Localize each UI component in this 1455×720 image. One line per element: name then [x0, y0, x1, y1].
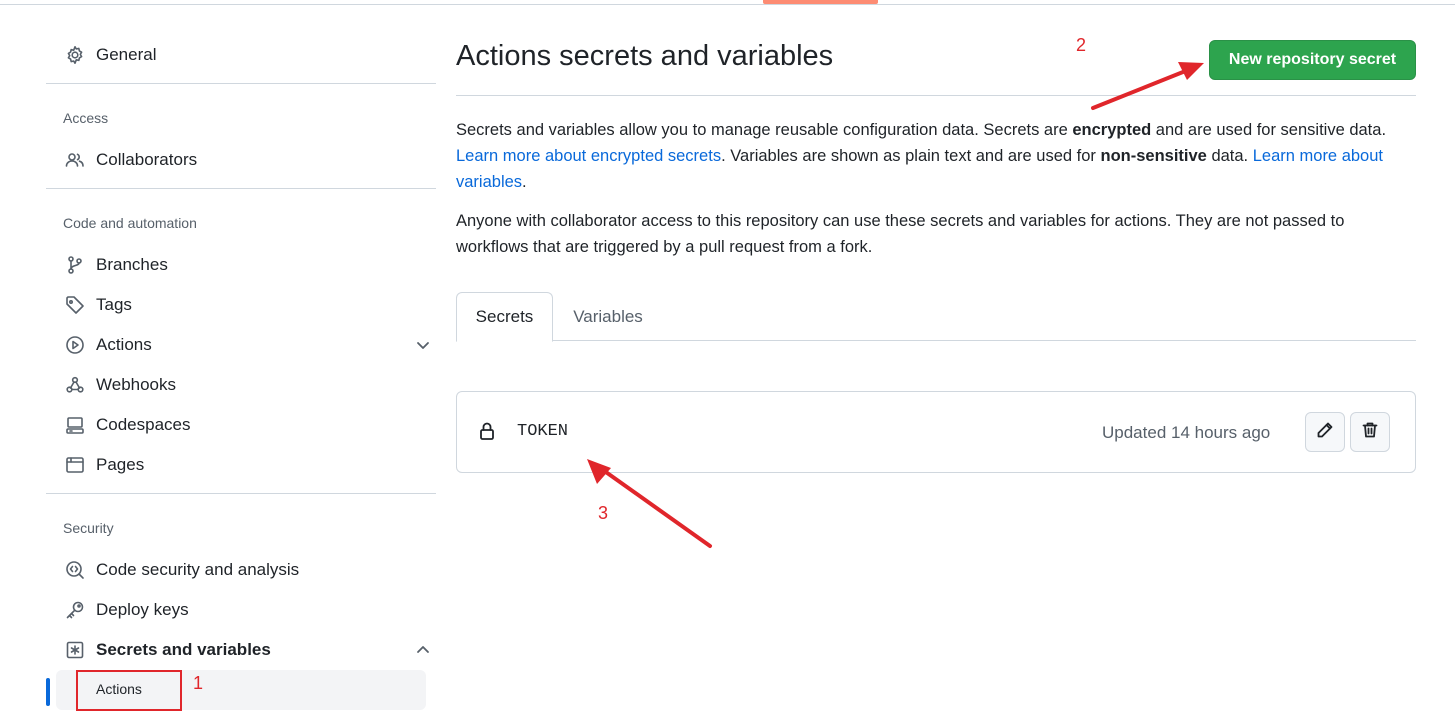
sidebar-item-label: Codespaces: [96, 415, 191, 434]
tag-icon: [64, 294, 86, 316]
section-title-security: Security: [63, 520, 114, 536]
page-title: Actions secrets and variables: [456, 40, 834, 72]
new-repository-secret-button[interactable]: New repository secret: [1209, 40, 1416, 80]
collaborator-note: Anyone with collaborator access to this …: [456, 212, 1345, 256]
active-indicator: [46, 678, 50, 706]
sidebar-item-deploy-keys[interactable]: Deploy keys: [64, 595, 189, 625]
annotation-arrows: [587, 62, 1204, 548]
delete-secret-button[interactable]: [1350, 412, 1390, 452]
annotation-highlight-box: [76, 670, 182, 711]
active-tab-underline: [763, 0, 878, 4]
annotation-arrow-2: [1091, 62, 1204, 110]
sidebar-item-label: Collaborators: [96, 150, 198, 169]
edit-secret-button[interactable]: [1305, 412, 1345, 452]
sidebar-item-collaborators[interactable]: Collaborators: [64, 145, 197, 175]
asterisk-box-icon: [64, 639, 86, 661]
secrets-variables-tabs: Secrets Variables: [456, 292, 1416, 342]
sidebar-item-label: Deploy keys: [96, 600, 189, 619]
people-icon: [64, 149, 86, 171]
sidebar-item-code-security[interactable]: Code security and analysis: [64, 555, 299, 585]
webhook-icon: [64, 374, 86, 396]
secret-updated-time: Updated 14 hours ago: [1102, 423, 1271, 442]
tab-secrets[interactable]: Secrets: [456, 292, 553, 342]
sidebar-divider: [46, 188, 436, 189]
sidebar-item-branches[interactable]: Branches: [64, 250, 168, 280]
lock-icon: [477, 421, 499, 443]
secret-row: TOKEN Updated 14 hours ago: [456, 391, 1416, 473]
sidebar-item-pages[interactable]: Pages: [64, 450, 144, 480]
pencil-icon: [1316, 421, 1334, 444]
codespaces-icon: [64, 414, 86, 436]
sidebar-item-label: Pages: [96, 455, 145, 474]
chevron-down-icon[interactable]: [415, 337, 431, 353]
description-paragraph: Secrets and variables allow you to manag…: [456, 121, 1387, 191]
sidebar-divider: [46, 83, 436, 84]
section-title-access: Access: [63, 110, 109, 126]
title-divider: [456, 95, 1416, 96]
sidebar-item-label: Branches: [96, 255, 168, 274]
top-nav-border: [0, 0, 1455, 5]
git-branch-icon: [64, 254, 86, 276]
trash-icon: [1361, 421, 1379, 444]
sidebar-item-label: Actions: [96, 335, 152, 354]
sidebar-item-general[interactable]: General: [64, 40, 156, 70]
sidebar-item-label: Tags: [96, 295, 132, 314]
section-title-code-automation: Code and automation: [63, 215, 197, 231]
sidebar-item-webhooks[interactable]: Webhooks: [64, 370, 176, 400]
sidebar-item-label: Webhooks: [96, 375, 177, 394]
annotation-number-2: 2: [1076, 35, 1087, 55]
tab-variables[interactable]: Variables: [553, 292, 663, 342]
sidebar-item-label: Secrets and variables: [96, 640, 271, 659]
sidebar-item-codespaces[interactable]: Codespaces: [64, 410, 191, 440]
sidebar-item-label: General: [96, 45, 157, 64]
key-icon: [64, 599, 86, 621]
sidebar-item-label: Code security and analysis: [96, 560, 300, 579]
chevron-up-icon[interactable]: [415, 642, 431, 658]
sidebar-item-secrets-variables[interactable]: Secrets and variables: [64, 635, 434, 665]
secret-name: TOKEN: [517, 422, 569, 441]
gear-icon: [64, 44, 86, 66]
annotation-number-3: 3: [598, 503, 609, 523]
browser-icon: [64, 454, 86, 476]
sidebar-divider: [46, 493, 436, 494]
sidebar-item-actions[interactable]: Actions: [64, 330, 434, 360]
annotation-number-1: 1: [193, 673, 204, 693]
encrypted-secrets-link[interactable]: Learn more about encrypted secrets: [456, 147, 721, 165]
play-circle-icon: [64, 334, 86, 356]
code-scan-icon: [64, 559, 86, 581]
sidebar-item-tags[interactable]: Tags: [64, 290, 132, 320]
